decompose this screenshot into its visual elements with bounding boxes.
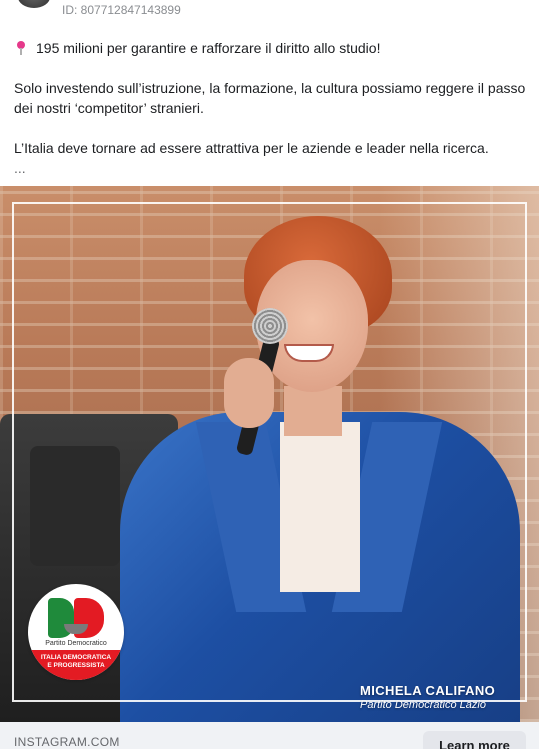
avatar[interactable] — [18, 0, 50, 8]
post-text: 195 milioni per garantire e rafforzare i… — [14, 38, 529, 178]
post-paragraph-2: Solo investendo sull’istruzione, la form… — [14, 80, 526, 116]
link-domain: INSTAGRAM.COM — [14, 735, 120, 749]
caption-party: Partito Democratico Lazio — [360, 699, 486, 711]
post-line-1-text: 195 milioni per garantire e rafforzare i… — [36, 40, 381, 56]
ad-id: ID: 807712847143899 — [62, 3, 181, 17]
caption-name: MICHELA CALIFANO — [360, 683, 496, 698]
see-more-ellipsis[interactable]: ... — [14, 158, 529, 178]
pushpin-icon — [14, 38, 30, 58]
pd-logo: Partito Democratico ITALIA DEMOCRATICA E… — [28, 584, 124, 680]
link-bar[interactable]: INSTAGRAM.COM Learn more — [0, 722, 539, 749]
pd-logo-band-text: ITALIA DEMOCRATICA E PROGRESSISTA — [40, 654, 112, 669]
post-line-1: 195 milioni per garantire e rafforzare i… — [14, 38, 529, 58]
pd-logo-name: Partito Democratico — [45, 640, 107, 647]
learn-more-button[interactable]: Learn more — [423, 731, 526, 749]
post-header: ID: 807712847143899 — [0, 0, 539, 30]
ad-image[interactable]: Partito Democratico ITALIA DEMOCRATICA E… — [0, 186, 539, 722]
post-paragraph-3: L’Italia deve tornare ad essere attratti… — [14, 140, 489, 156]
pd-logo-mark — [48, 598, 104, 638]
